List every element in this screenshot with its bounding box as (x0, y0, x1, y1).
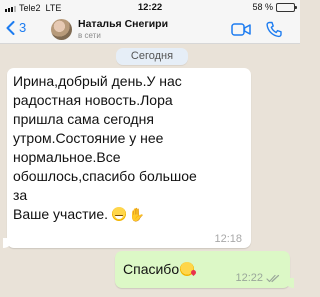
battery-info: 58 % (252, 2, 297, 12)
status-bar: Tele2 LTE 12:22 58 % (0, 0, 300, 15)
battery-percentage: 58 % (252, 2, 273, 12)
waving-hand-icon: ✋ (128, 207, 146, 222)
grinning-face-icon (111, 207, 126, 221)
contact-status: в сети (78, 31, 101, 40)
outgoing-message[interactable]: Спасибо 12:22 (115, 251, 294, 288)
message-meta: 12:22 (235, 272, 281, 284)
back-button[interactable]: 3 (6, 20, 26, 35)
battery-icon (276, 2, 297, 12)
contact-avatar[interactable] (51, 19, 72, 40)
message-text: Ирина,добрый день.У нас радостная новост… (13, 73, 197, 222)
unread-count: 3 (19, 20, 27, 35)
incoming-message[interactable]: Ирина,добрый день.У нас радостная новост… (3, 68, 251, 248)
contact-name[interactable]: Наталья Снегири (78, 18, 168, 30)
read-receipt-icon (266, 274, 280, 282)
message-body: Ирина,добрый день.У нас радостная новост… (13, 72, 249, 224)
video-call-icon[interactable] (231, 23, 251, 36)
message-text: Спасибо (123, 261, 180, 277)
face-blowing-kiss-icon (180, 262, 195, 276)
chevron-left-icon (6, 20, 15, 35)
chat-header: 3 Наталья Снегири в сети (0, 15, 300, 44)
message-body: Спасибо (123, 261, 195, 277)
message-time: 12:22 (235, 272, 263, 284)
phone-icon[interactable] (266, 21, 282, 38)
date-separator: Сегодня (116, 48, 188, 65)
message-time: 12:18 (214, 233, 242, 245)
